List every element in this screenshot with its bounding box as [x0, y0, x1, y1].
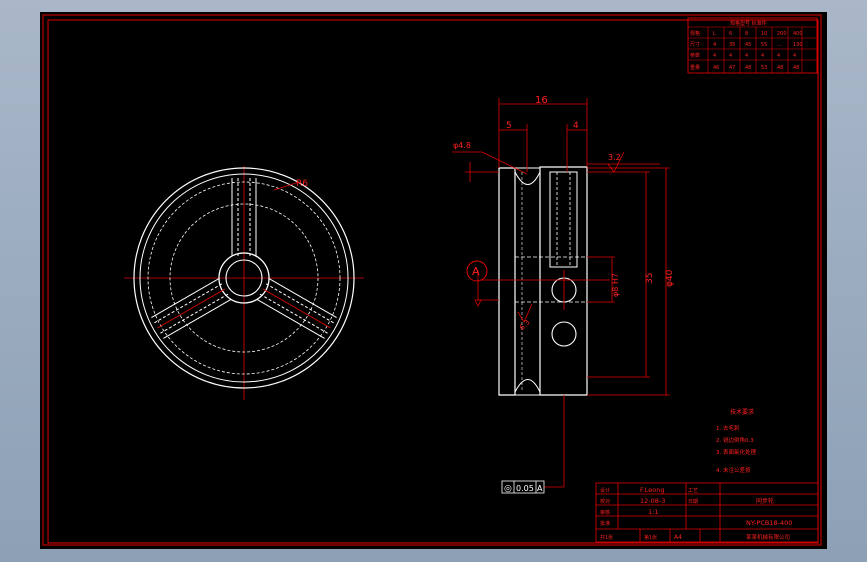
dim-phi40: φ40 — [665, 269, 675, 287]
roughness-63: 6.3 — [518, 318, 532, 332]
r6-label: R6 — [296, 179, 308, 189]
tb-label-design: 设计 — [600, 487, 610, 494]
tb-company: 某某机械有限公司 — [746, 533, 790, 541]
dim-35: 35 — [645, 273, 655, 284]
dimension-lines: 16 5 4 φ4.8 3.2 φ8 H7 35 φ40 6.3 — [452, 95, 675, 488]
param-cell: 尺寸 — [690, 41, 700, 48]
dim-phi8h7: φ8 H7 — [611, 273, 620, 297]
param-cell: 4 — [793, 53, 796, 59]
tolerance-frame: ◎ 0.05 A — [501, 480, 545, 494]
param-cell: 参数 — [690, 52, 700, 59]
tb-drawing-no: NY-PCB18-400 — [746, 519, 792, 527]
param-cell: 4 — [713, 42, 716, 48]
param-cell: L — [713, 31, 716, 37]
dim-4: 4 — [573, 121, 579, 131]
tb-label-process: 工艺 — [688, 488, 698, 494]
param-table-title: 规格型号 标准件 — [730, 20, 767, 27]
param-cell: 10 — [761, 31, 767, 37]
param-cell: 35 — [729, 42, 735, 48]
note-3: 3. 表面氧化处理 — [716, 448, 756, 456]
cad-drawing: R6 16 5 4 φ4.8 3.2 φ8 H7 35 φ40 6.3 A ◎ … — [42, 14, 822, 546]
dim-16: 16 — [535, 95, 548, 106]
param-cell: 55 — [761, 42, 767, 48]
technical-notes: 技术要求 1. 去毛刺 2. 锐边倒角0.3 3. 表面氧化处理 4. 未注公差… — [716, 408, 756, 474]
param-cell: ... — [777, 42, 782, 48]
drawing-frame: R6 16 5 4 φ4.8 3.2 φ8 H7 35 φ40 6.3 A ◎ … — [40, 12, 827, 549]
tolerance-symbol: ◎ — [504, 484, 512, 494]
notes-title: 技术要求 — [730, 408, 754, 416]
param-cell: 400 — [793, 31, 803, 37]
param-cell: 规格 — [690, 30, 700, 37]
dim-5: 5 — [506, 121, 512, 131]
param-cell: 4 — [777, 53, 780, 59]
tb-bottom-1: 共1张 — [600, 534, 613, 541]
param-cell: 48 — [793, 65, 799, 71]
tb-date: 12-08-3 — [640, 497, 665, 505]
param-cell: 4 — [713, 53, 716, 59]
tb-label-review: 审核 — [600, 509, 610, 516]
tb-part-name: 同步轮 — [756, 497, 774, 505]
tb-bottom-2: 第1张 — [644, 534, 657, 541]
tb-sheet: A4 — [674, 534, 682, 541]
datum-a-label: A — [472, 265, 480, 278]
param-cell: 4 — [745, 53, 748, 59]
param-cell: 4 — [761, 53, 764, 59]
roughness-32: 3.2 — [608, 153, 621, 162]
note-1: 1. 去毛刺 — [716, 424, 740, 432]
note-2: 2. 锐边倒角0.3 — [716, 436, 754, 444]
border-inner — [47, 19, 819, 544]
param-cell: 8 — [745, 31, 748, 37]
param-cell: 4 — [729, 53, 732, 59]
tolerance-datum: A — [537, 484, 543, 493]
note-4: 4. 未注公差按 — [716, 466, 751, 474]
tb-label-check: 校对 — [600, 498, 610, 505]
tb-scale: 1:1 — [648, 508, 658, 516]
param-cell: 47 — [729, 65, 735, 71]
param-cell: 130 — [793, 42, 803, 48]
param-cell: 6 — [729, 31, 732, 37]
tb-label-date: 日期 — [688, 499, 698, 505]
front-view: R6 — [124, 166, 364, 400]
tb-designer: F.Leong — [640, 486, 665, 494]
param-cell: 重量 — [690, 64, 700, 71]
param-cell: 46 — [713, 65, 719, 71]
param-cell: 53 — [761, 65, 767, 71]
dim-phi48: φ4.8 — [453, 141, 471, 150]
tolerance-value: 0.05 — [516, 484, 534, 493]
title-block: 设计 校对 审核 批准 工艺 日期 F.Leong 12-08-3 1:1 同步… — [595, 482, 819, 543]
parameter-table: 规格型号 标准件 规格 L 6 8 10 200 400 尺寸 4 35 45 55... 130 参数 4… — [687, 17, 818, 74]
param-cell: 200 — [777, 31, 787, 37]
param-cell: 45 — [745, 42, 751, 48]
param-cell: 48 — [745, 65, 751, 71]
tb-label-approve: 批准 — [600, 520, 610, 527]
border-outer — [42, 14, 822, 546]
param-cell: 48 — [777, 65, 783, 71]
side-view — [480, 166, 610, 396]
